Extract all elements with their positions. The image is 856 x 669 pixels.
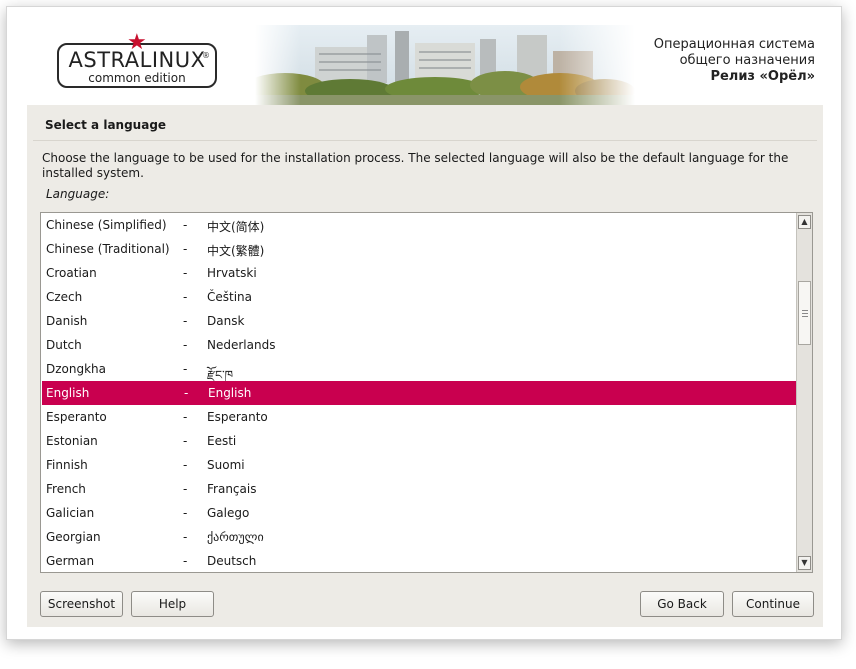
language-name: Chinese (Simplified) xyxy=(46,218,167,232)
list-item[interactable]: Georgian - ქართული xyxy=(41,525,797,549)
screenshot-button[interactable]: Screenshot xyxy=(40,591,123,617)
list-item[interactable]: Estonian - Eesti xyxy=(41,429,797,453)
installer-panel: Select a language Choose the language to… xyxy=(27,105,823,627)
list-item[interactable]: Finnish - Suomi xyxy=(41,453,797,477)
grip-icon xyxy=(802,310,808,311)
separator: - xyxy=(183,554,188,568)
logo-edition: common edition xyxy=(88,71,186,85)
language-name: Galician xyxy=(46,506,95,520)
language-field-label: Language: xyxy=(46,187,110,201)
language-name: Esperanto xyxy=(46,410,107,424)
language-native-name: Nederlands xyxy=(207,338,276,352)
separator: - xyxy=(183,506,188,520)
separator: - xyxy=(183,290,188,304)
header-city-photo xyxy=(255,25,635,105)
list-item[interactable]: Chinese (Traditional) - 中文(繁體) xyxy=(41,237,797,261)
language-name: Dutch xyxy=(46,338,82,352)
language-native-name: Suomi xyxy=(207,458,245,472)
list-item[interactable]: Dzongkha - རྫོང་ཁ xyxy=(41,357,797,382)
language-native-name: Dansk xyxy=(207,314,245,328)
list-item[interactable]: Esperanto - Esperanto xyxy=(41,405,797,429)
separator: - xyxy=(183,242,188,256)
separator: - xyxy=(183,434,188,448)
list-item[interactable]: Dutch - Nederlands xyxy=(41,333,797,357)
language-native-name: Esperanto xyxy=(207,410,268,424)
language-native-name: ქართული xyxy=(207,530,264,544)
scrollbar[interactable]: ▲ ▼ xyxy=(796,213,812,572)
language-rows: Chinese (Simplified) - 中文(简体) Chinese (Trad… xyxy=(41,213,797,572)
separator: - xyxy=(183,266,188,280)
language-name: Chinese (Traditional) xyxy=(46,242,170,256)
language-name: Estonian xyxy=(46,434,98,448)
language-native-name: Galego xyxy=(207,506,250,520)
separator: - xyxy=(183,530,188,544)
separator: - xyxy=(183,338,188,352)
continue-button[interactable]: Continue xyxy=(732,591,814,617)
separator: - xyxy=(183,314,188,328)
language-name: English xyxy=(46,386,90,400)
language-native-name: 中文(简体) xyxy=(207,220,265,234)
list-item[interactable]: Chinese (Simplified) - 中文(简体) xyxy=(41,213,797,237)
installer-window: ★ ASTRALINUX ® common edition Операционн… xyxy=(6,6,842,640)
page-description: Choose the language to be used for the i… xyxy=(42,151,789,180)
language-name: Finnish xyxy=(46,458,88,472)
arrow-up-icon[interactable]: ▲ xyxy=(798,215,811,229)
separator: - xyxy=(183,218,188,232)
list-item[interactable]: Danish - Dansk xyxy=(41,309,797,333)
language-name: German xyxy=(46,554,95,568)
language-native-name: 中文(繁體) xyxy=(207,244,265,258)
release-info: Операционная система общего назначения Р… xyxy=(654,37,815,85)
arrow-down-icon[interactable]: ▼ xyxy=(798,556,811,570)
list-item[interactable]: Galician - Galego xyxy=(41,501,797,525)
language-name: Croatian xyxy=(46,266,97,280)
language-name: Dzongkha xyxy=(46,362,107,376)
language-list[interactable]: Chinese (Simplified) - 中文(简体) Chinese (Trad… xyxy=(40,212,813,573)
language-native-name: Deutsch xyxy=(207,554,257,568)
list-item[interactable]: English - English xyxy=(42,381,796,405)
list-item[interactable]: German - Deutsch xyxy=(41,549,797,572)
release-line-os: Операционная система xyxy=(653,37,815,52)
separator: - xyxy=(183,458,188,472)
language-native-name: Eesti xyxy=(207,434,237,448)
header-banner: ★ ASTRALINUX ® common edition Операционн… xyxy=(27,25,823,105)
registered-mark: ® xyxy=(202,51,210,60)
language-name: Georgian xyxy=(46,530,101,544)
separator: - xyxy=(183,482,188,496)
separator: - xyxy=(184,386,189,400)
separator: - xyxy=(183,410,188,424)
page-title: Select a language xyxy=(45,118,167,132)
astralinux-logo: ★ ASTRALINUX ® common edition xyxy=(57,32,217,88)
language-name: Czech xyxy=(46,290,83,304)
go-back-button[interactable]: Go Back xyxy=(640,591,724,617)
logo-brand: ASTRALINUX xyxy=(68,48,206,72)
language-native-name: Hrvatski xyxy=(207,266,257,280)
language-native-name: Čeština xyxy=(207,290,253,304)
language-native-name: Français xyxy=(207,482,257,496)
separator: - xyxy=(183,362,188,376)
release-line-version: Релиз «Орёл» xyxy=(710,69,815,84)
list-item[interactable]: Czech - Čeština xyxy=(41,285,797,309)
release-line-purpose: общего назначения xyxy=(679,53,815,68)
title-divider xyxy=(33,140,817,141)
help-button[interactable]: Help xyxy=(131,591,214,617)
scrollbar-thumb[interactable] xyxy=(798,281,811,345)
list-item[interactable]: Croatian - Hrvatski xyxy=(41,261,797,285)
list-item[interactable]: French - Français xyxy=(41,477,797,501)
language-native-name: English xyxy=(208,386,252,400)
language-name: French xyxy=(46,482,86,496)
language-name: Danish xyxy=(46,314,88,328)
